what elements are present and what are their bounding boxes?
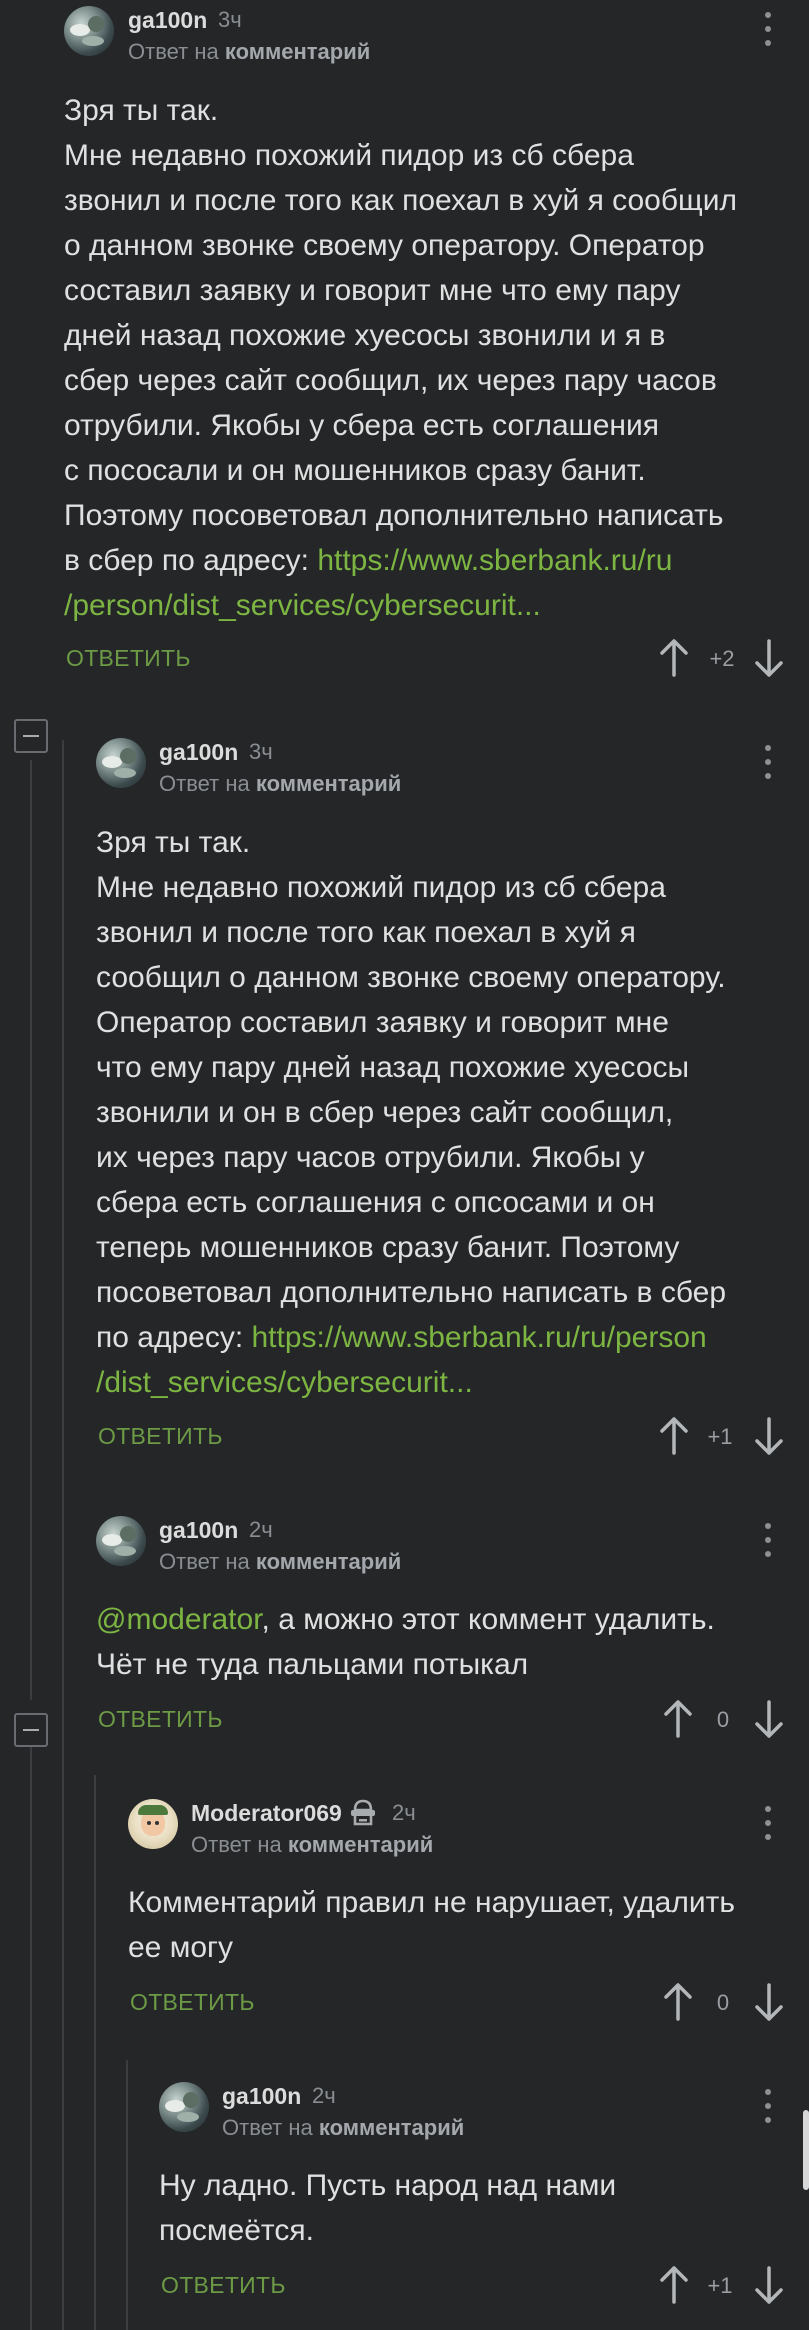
thread-line bbox=[126, 2060, 128, 2330]
avatar[interactable] bbox=[128, 1799, 178, 1849]
comment-body: Зря ты так. Мне недавно похожий пидор из… bbox=[64, 94, 737, 622]
author-name[interactable]: ga100n bbox=[159, 739, 238, 766]
upvote-icon[interactable] bbox=[657, 1416, 691, 1456]
collapse-thread-button[interactable] bbox=[14, 719, 48, 753]
downvote-icon[interactable] bbox=[752, 1416, 786, 1456]
avatar[interactable] bbox=[159, 2082, 209, 2132]
comment-link[interactable]: https://www.sberbank.ru/ru bbox=[317, 544, 672, 577]
scrollbar[interactable] bbox=[803, 2110, 809, 2190]
author-name[interactable]: ga100n bbox=[159, 1517, 238, 1544]
upvote-icon[interactable] bbox=[657, 2265, 691, 2305]
reply-to-link[interactable]: комментарий bbox=[319, 2115, 464, 2140]
reply-to: Ответ на комментарий bbox=[128, 39, 371, 64]
avatar[interactable] bbox=[96, 1516, 146, 1566]
more-options-icon[interactable] bbox=[758, 745, 778, 779]
reply-button[interactable]: ОТВЕТИТЬ bbox=[161, 2272, 286, 2299]
thread-line bbox=[30, 1745, 32, 2330]
comment-body: @moderator, а можно этот коммент удалить… bbox=[96, 1603, 715, 1681]
downvote-icon[interactable] bbox=[752, 1982, 786, 2022]
thread-line bbox=[30, 760, 32, 1700]
collapse-thread-button[interactable] bbox=[14, 1713, 48, 1747]
thread-line bbox=[94, 1775, 96, 2330]
comment-link[interactable]: /dist_services/cybersecurit... bbox=[96, 1366, 473, 1399]
reply-button[interactable]: ОТВЕТИТЬ bbox=[130, 1989, 255, 2016]
comment-body: Зря ты так. Мне недавно похожий пидор из… bbox=[96, 826, 727, 1399]
comment-body: Ну ладно. Пусть народ над нами посмеётся… bbox=[159, 2169, 617, 2247]
reply-button[interactable]: ОТВЕТИТЬ bbox=[66, 645, 191, 672]
reply-to-link[interactable]: комментарий bbox=[256, 1549, 401, 1574]
comment-score: +1 bbox=[707, 2273, 733, 2298]
reply-to-link[interactable]: комментарий bbox=[225, 39, 370, 64]
comment-time: 3ч bbox=[218, 7, 242, 32]
downvote-icon[interactable] bbox=[752, 638, 786, 678]
thread-line bbox=[62, 740, 64, 2330]
reply-button[interactable]: ОТВЕТИТЬ bbox=[98, 1706, 223, 1733]
comment-score: +1 bbox=[707, 1424, 733, 1449]
avatar[interactable] bbox=[64, 6, 114, 56]
more-options-icon[interactable] bbox=[758, 1523, 778, 1557]
more-options-icon[interactable] bbox=[758, 1806, 778, 1840]
comment-link[interactable]: https://www.sberbank.ru/ru/person bbox=[252, 1321, 707, 1354]
reply-to: Ответ на комментарий bbox=[222, 2115, 465, 2140]
user-mention[interactable]: @moderator bbox=[96, 1603, 262, 1636]
downvote-icon[interactable] bbox=[752, 2265, 786, 2305]
comment-score: +2 bbox=[709, 646, 735, 671]
upvote-icon[interactable] bbox=[657, 638, 691, 678]
author-name[interactable]: ga100n bbox=[128, 7, 207, 34]
more-options-icon[interactable] bbox=[758, 2089, 778, 2123]
more-options-icon[interactable] bbox=[758, 12, 778, 46]
reply-to-link[interactable]: комментарий bbox=[288, 1832, 433, 1857]
reply-to-link[interactable]: комментарий bbox=[256, 771, 401, 796]
comment-score: 0 bbox=[716, 1707, 730, 1732]
upvote-icon[interactable] bbox=[661, 1982, 695, 2022]
author-name[interactable]: ga100n bbox=[222, 2083, 301, 2110]
reply-to: Ответ на комментарий bbox=[191, 1832, 434, 1857]
comment-body: Комментарий правил не нарушает, удалить … bbox=[128, 1886, 735, 1964]
comment-time: 2ч bbox=[392, 1800, 416, 1825]
comment-time: 3ч bbox=[249, 739, 273, 764]
avatar[interactable] bbox=[96, 738, 146, 788]
reply-to: Ответ на комментарий bbox=[159, 771, 402, 796]
upvote-icon[interactable] bbox=[661, 1699, 695, 1739]
comment-link[interactable]: /person/dist_services/cybersecurit... bbox=[64, 589, 541, 622]
author-name[interactable]: Moderator069 bbox=[191, 1800, 342, 1827]
downvote-icon[interactable] bbox=[752, 1699, 786, 1739]
reply-button[interactable]: ОТВЕТИТЬ bbox=[98, 1423, 223, 1450]
comment-time: 2ч bbox=[249, 1517, 273, 1542]
moderator-badge-icon bbox=[351, 1799, 375, 1826]
comment-time: 2ч bbox=[312, 2083, 336, 2108]
reply-to: Ответ на комментарий bbox=[159, 1549, 402, 1574]
comment-score: 0 bbox=[716, 1990, 730, 2015]
